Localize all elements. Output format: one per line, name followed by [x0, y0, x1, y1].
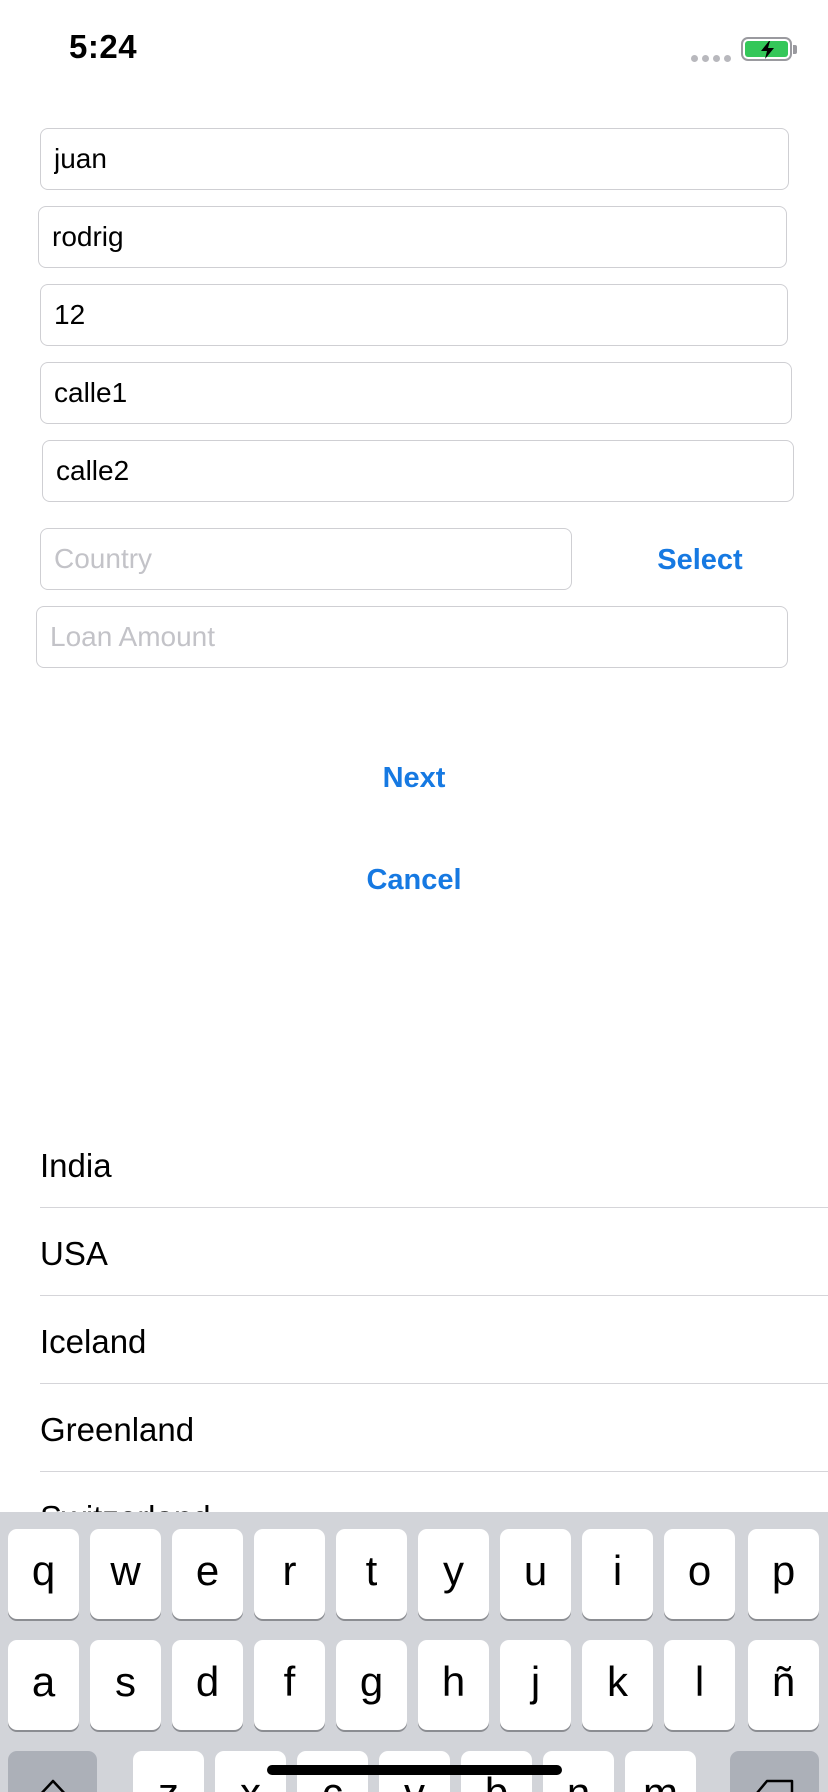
- key-h[interactable]: h: [418, 1640, 489, 1730]
- keyboard: q w e r t y u i o p a s d f g h j k l ñ …: [0, 1512, 828, 1792]
- cancel-button[interactable]: Cancel: [344, 856, 484, 904]
- country-item[interactable]: Greenland: [40, 1384, 828, 1472]
- key-e[interactable]: e: [172, 1529, 243, 1619]
- key-k[interactable]: k: [582, 1640, 653, 1730]
- signal-icon: [691, 55, 731, 62]
- key-j[interactable]: j: [500, 1640, 571, 1730]
- last-name-field[interactable]: [38, 206, 787, 268]
- country-item[interactable]: India: [40, 1120, 828, 1208]
- key-o[interactable]: o: [664, 1529, 735, 1619]
- key-r[interactable]: r: [254, 1529, 325, 1619]
- address-line1-field[interactable]: [40, 362, 792, 424]
- key-f[interactable]: f: [254, 1640, 325, 1730]
- key-l[interactable]: l: [664, 1640, 735, 1730]
- delete-key[interactable]: [730, 1751, 819, 1792]
- charging-bolt-icon: [761, 41, 774, 59]
- key-t[interactable]: t: [336, 1529, 407, 1619]
- key-m[interactable]: m: [625, 1751, 696, 1792]
- battery-icon: [741, 37, 792, 61]
- delete-icon: [755, 1779, 793, 1792]
- battery-nub: [793, 45, 797, 54]
- loan-amount-field[interactable]: [36, 606, 788, 668]
- country-item[interactable]: USA: [40, 1208, 828, 1296]
- shift-key[interactable]: [8, 1751, 97, 1792]
- key-n-tilde[interactable]: ñ: [748, 1640, 819, 1730]
- address-line2-field[interactable]: [42, 440, 794, 502]
- key-g[interactable]: g: [336, 1640, 407, 1730]
- country-field[interactable]: [40, 528, 572, 590]
- key-i[interactable]: i: [582, 1529, 653, 1619]
- home-indicator: [267, 1765, 562, 1775]
- key-w[interactable]: w: [90, 1529, 161, 1619]
- first-name-field[interactable]: [40, 128, 789, 190]
- country-list[interactable]: India USA Iceland Greenland Switzerland: [0, 1120, 828, 1560]
- key-s[interactable]: s: [90, 1640, 161, 1730]
- status-time: 5:24: [69, 28, 138, 65]
- key-p[interactable]: p: [748, 1529, 819, 1619]
- key-a[interactable]: a: [8, 1640, 79, 1730]
- key-z[interactable]: z: [133, 1751, 204, 1792]
- select-country-button[interactable]: Select: [640, 536, 760, 584]
- key-d[interactable]: d: [172, 1640, 243, 1730]
- next-button[interactable]: Next: [354, 754, 474, 802]
- shift-icon: [40, 1779, 65, 1792]
- key-u[interactable]: u: [500, 1529, 571, 1619]
- key-y[interactable]: y: [418, 1529, 489, 1619]
- age-field[interactable]: [40, 284, 788, 346]
- country-item[interactable]: Iceland: [40, 1296, 828, 1384]
- key-q[interactable]: q: [8, 1529, 79, 1619]
